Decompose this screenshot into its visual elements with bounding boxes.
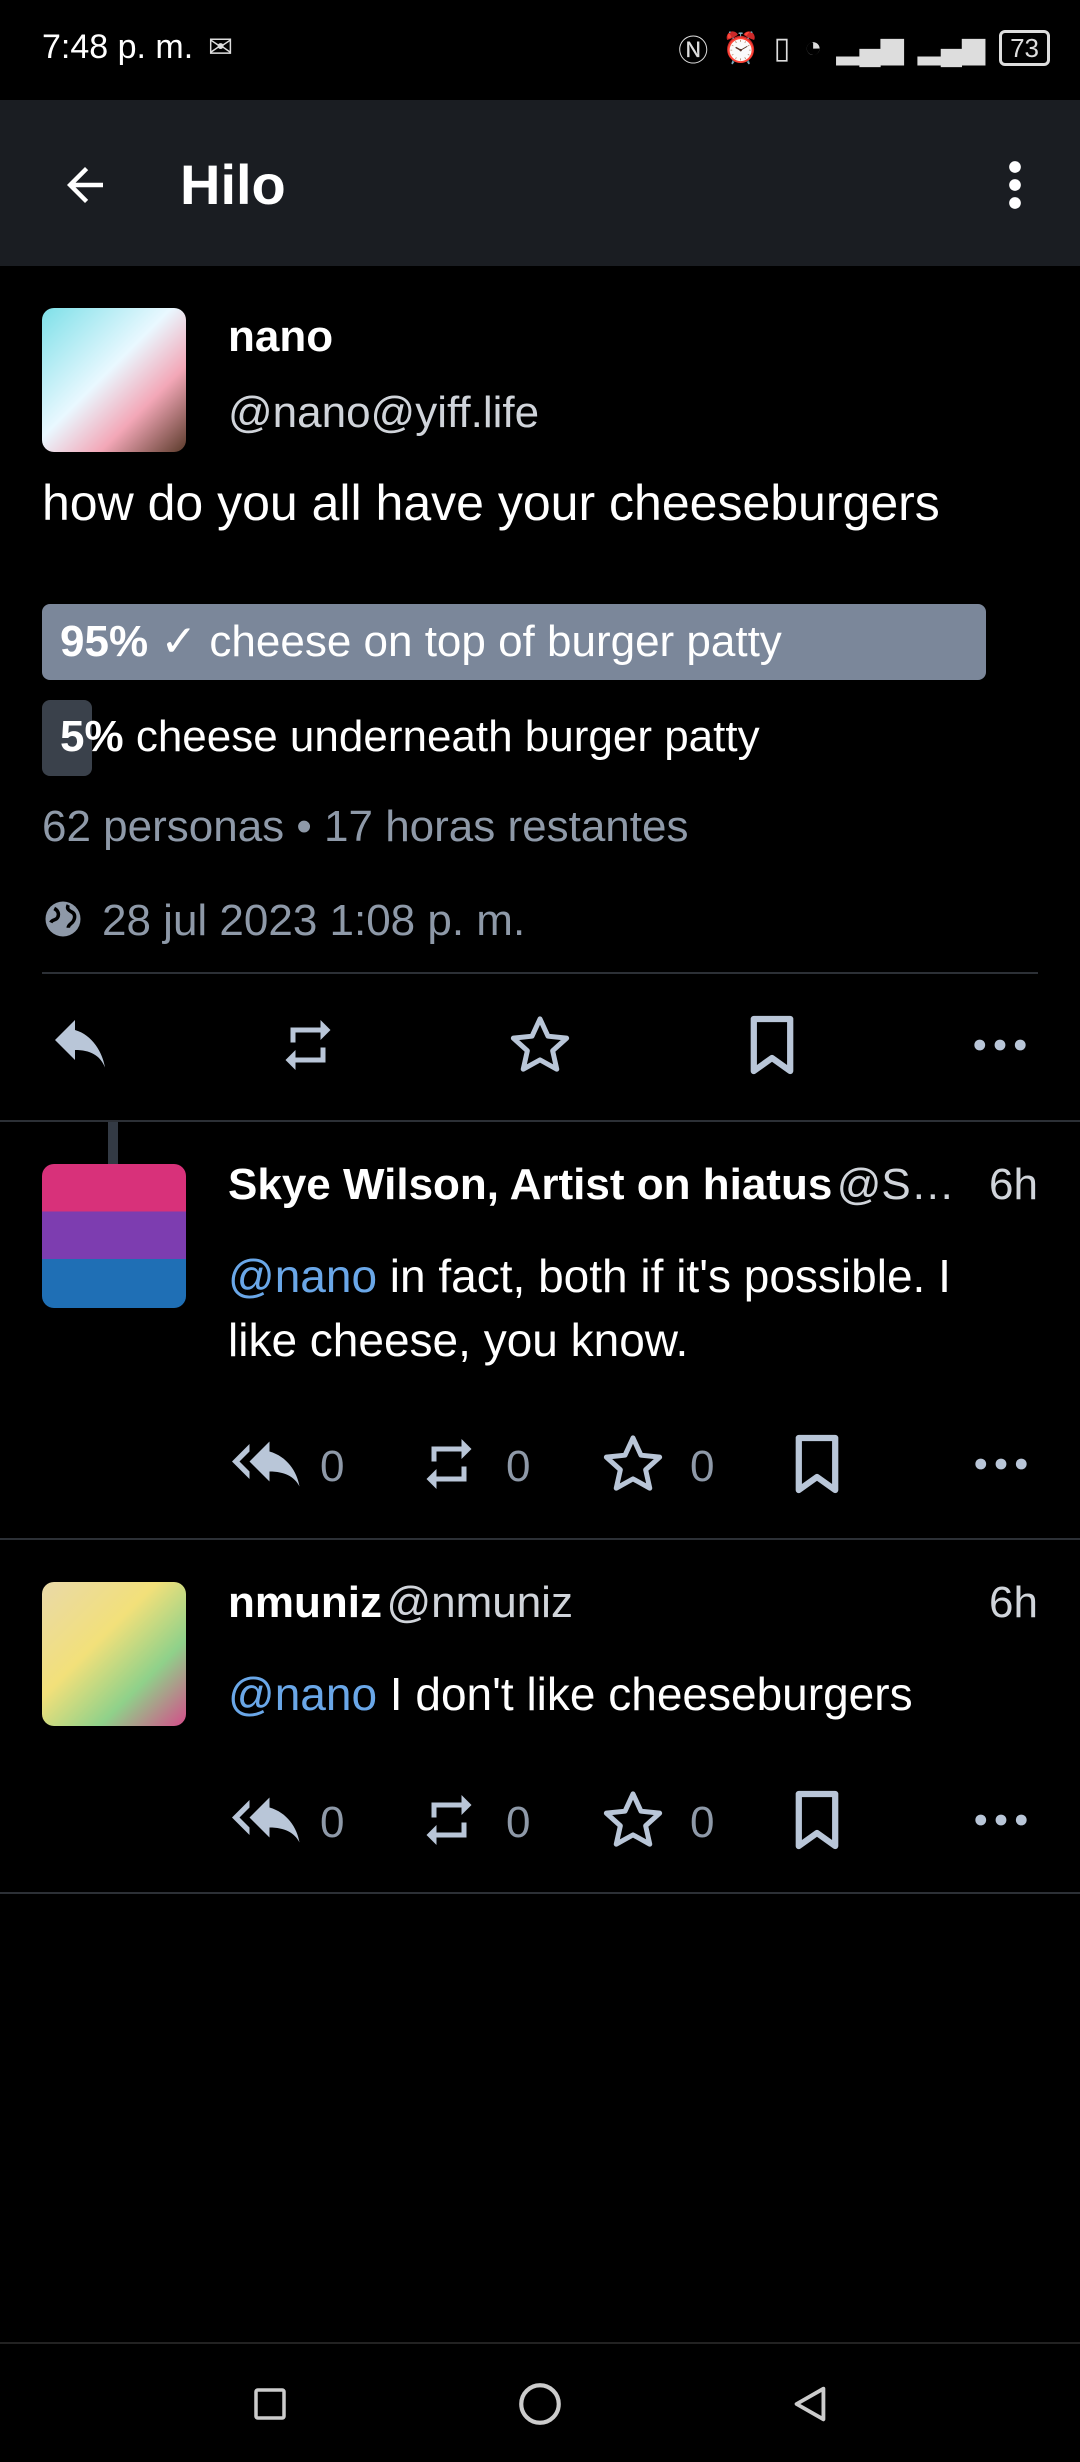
mention-link[interactable]: @nano xyxy=(228,1668,377,1720)
reply-header: nmuniz @nmuniz xyxy=(228,1578,573,1628)
author-handle[interactable]: @nano@yiff.life xyxy=(228,388,539,438)
fav-count: 0 xyxy=(690,1442,715,1491)
overflow-menu-icon[interactable] xyxy=(970,140,1060,230)
page-title: Hilo xyxy=(180,153,286,216)
reply-content: @nano in fact, both if it's possible. I … xyxy=(228,1244,1048,1372)
divider xyxy=(0,1120,1080,1122)
reply-text: in fact, both if it's possible. I xyxy=(377,1250,951,1302)
reply-all-icon[interactable] xyxy=(222,1424,312,1504)
avatar[interactable] xyxy=(42,1582,186,1726)
wifi-icon: ◔ xyxy=(804,31,823,64)
author-handle[interactable]: @nmuniz xyxy=(386,1578,573,1627)
reply-time: 6h xyxy=(989,1160,1038,1209)
poll-percent: 5% xyxy=(60,712,124,761)
reply-header: Skye Wilson, Artist on hiatus @S… xyxy=(228,1160,1040,1210)
vibrate-icon: ▯ xyxy=(773,31,791,65)
poll-label: cheese underneath burger patty xyxy=(135,712,760,761)
star-icon[interactable] xyxy=(588,1424,678,1504)
more-icon[interactable] xyxy=(956,1424,1046,1504)
reply-all-icon[interactable] xyxy=(222,1780,312,1860)
boost-count: 0 xyxy=(506,1798,531,1847)
more-icon[interactable] xyxy=(956,1780,1046,1860)
bookmark-icon[interactable] xyxy=(772,1780,862,1860)
reply-text: I don't like cheeseburgers xyxy=(377,1668,913,1720)
reply-content: @nano I don't like cheeseburgers xyxy=(228,1662,1048,1726)
thread-line xyxy=(108,1122,118,1166)
boost-icon[interactable] xyxy=(404,1780,494,1860)
nfc-icon: Ⓝ xyxy=(678,35,709,68)
signal-icon: ▂▄▆ xyxy=(836,31,904,65)
boost-icon[interactable] xyxy=(258,1000,358,1090)
reply-icon[interactable] xyxy=(30,1000,130,1090)
post-timestamp: 28 jul 2023 1:08 p. m. xyxy=(102,896,526,945)
reply-count: 0 xyxy=(320,1798,345,1847)
star-icon[interactable] xyxy=(588,1780,678,1860)
avatar[interactable] xyxy=(42,1164,186,1308)
author-name[interactable]: nmuniz xyxy=(228,1578,382,1627)
bookmark-icon[interactable] xyxy=(722,1000,822,1090)
poll-summary: 62 personas • 17 horas restantes xyxy=(42,802,689,851)
divider xyxy=(0,1892,1080,1894)
app-bar: Hilo xyxy=(0,100,1080,266)
divider xyxy=(0,1538,1080,1540)
author-name[interactable]: Skye Wilson, Artist on hiatus xyxy=(228,1160,832,1209)
mention-link[interactable]: @nano xyxy=(228,1250,377,1302)
poll-label: cheese on top of burger patty xyxy=(209,617,782,666)
back-nav-icon[interactable] xyxy=(770,2364,850,2444)
system-nav-bar xyxy=(0,2342,1080,2462)
status-icons: Ⓝ ⏰ ▯ ◔ ▂▄▆ ▂▄▆ 73 xyxy=(678,26,1050,70)
post-content: how do you all have your cheeseburgers xyxy=(42,475,940,531)
poll-option: 5% cheese underneath burger patty xyxy=(60,712,760,762)
poll-percent: 95% xyxy=(60,617,149,666)
check-icon: ✓ xyxy=(160,617,198,666)
reply-time: 6h xyxy=(989,1578,1038,1627)
star-icon[interactable] xyxy=(490,1000,590,1090)
avatar[interactable] xyxy=(42,308,186,452)
bookmark-icon[interactable] xyxy=(772,1424,862,1504)
fav-count: 0 xyxy=(690,1798,715,1847)
alarm-icon: ⏰ xyxy=(722,31,760,65)
poll-option: 95% ✓ cheese on top of burger patty xyxy=(60,616,782,667)
author-handle[interactable]: @S… xyxy=(837,1160,955,1209)
status-time: 7:48 p. m. xyxy=(42,28,194,66)
reply-text: like cheese, you know. xyxy=(228,1314,689,1366)
back-arrow-icon[interactable] xyxy=(40,140,130,230)
author-name[interactable]: nano xyxy=(228,312,333,362)
more-icon[interactable] xyxy=(950,1000,1050,1090)
recents-icon[interactable] xyxy=(230,2364,310,2444)
boost-count: 0 xyxy=(506,1442,531,1491)
divider xyxy=(42,972,1038,974)
home-icon[interactable] xyxy=(500,2364,580,2444)
reply-count: 0 xyxy=(320,1442,345,1491)
battery-indicator: 73 xyxy=(999,30,1050,66)
signal-icon-2: ▂▄▆ xyxy=(917,31,986,65)
mail-icon: ✉ xyxy=(208,31,234,64)
globe-icon xyxy=(42,898,88,944)
boost-icon[interactable] xyxy=(404,1424,494,1504)
status-bar: 7:48 p. m. ✉ Ⓝ ⏰ ▯ ◔ ▂▄▆ ▂▄▆ 73 xyxy=(0,0,1080,100)
